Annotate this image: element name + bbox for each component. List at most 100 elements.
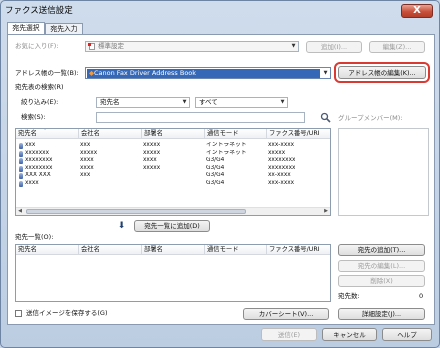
search-icon[interactable] (320, 112, 331, 123)
row-fax: xxx-xxxx (268, 142, 295, 148)
row-mode: G3/G4 (206, 157, 225, 163)
scroll-left-icon[interactable]: ◀ (16, 208, 24, 215)
favorites-label: お気に入り(F): (15, 42, 59, 50)
row-name: xxx (25, 142, 36, 148)
column-header-fax[interactable]: ファクス番号/URI (266, 245, 320, 255)
delete-destination-button[interactable]: 削除(X) (338, 275, 425, 287)
destination-table[interactable]: 宛先名 ˆ 会社名 部署名 通信モード ファクス番号/URI xxx xxx x… (15, 128, 331, 216)
table-row[interactable]: XXX XXX xxx G3/G4 xx-xxxx (16, 172, 330, 179)
destination-list[interactable]: 宛先名 会社名 部署名 通信モード ファクス番号/URI (15, 244, 331, 302)
row-name: XXX XXX (25, 172, 51, 178)
row-name-cell: xxxx (19, 180, 77, 187)
column-header-mode[interactable]: 通信モード (204, 245, 238, 255)
scroll-right-icon[interactable]: ▶ (322, 208, 330, 215)
fax-send-settings-window: ファクス送信設定 X 宛先選択 宛先入力 お気に入り(F): 標準設定 ▼ 追加… (0, 0, 440, 348)
cover-sheet-button[interactable]: カバーシート(V)... (243, 308, 329, 320)
row-name: xxxxxxx (25, 149, 50, 156)
filter-value-select[interactable]: すべて ▼ (195, 97, 288, 108)
addressbook-select[interactable]: ◆Canon Fax Driver Address Book ▼ (85, 67, 331, 79)
favorites-value: 標準設定 (98, 42, 124, 50)
row-mode: G3/G4 (206, 164, 225, 171)
row-company: xxx (80, 172, 91, 178)
column-header-mode[interactable]: 通信モード (204, 129, 238, 139)
add-to-list-button[interactable]: 宛先一覧に追加(D) (134, 220, 210, 232)
row-name-cell: xxx (19, 142, 77, 149)
group-members-label: グループメンバー(M): (338, 114, 403, 122)
row-name: xxxxxxxx (25, 157, 53, 163)
settings-doc-icon (88, 43, 95, 50)
person-icon (19, 158, 23, 164)
person-icon (19, 173, 23, 179)
chevron-down-icon: ▼ (280, 99, 285, 105)
row-name-cell: xxxxxxxx (19, 165, 77, 172)
save-image-label: 送信イメージを保存する(G) (26, 309, 108, 317)
row-name: xxxxxxxx (25, 164, 53, 171)
person-icon (19, 150, 23, 157)
row-department: xxxxx (143, 164, 161, 171)
help-button[interactable]: ヘルプ (382, 328, 432, 341)
favorites-select[interactable]: 標準設定 ▼ (85, 41, 299, 52)
column-header-department[interactable]: 部署名 (141, 129, 163, 139)
scrollbar-thumb[interactable] (26, 209, 246, 214)
person-icon (19, 165, 23, 172)
column-header-department[interactable]: 部署名 (141, 245, 163, 255)
person-icon (19, 143, 23, 149)
edit-destination-button[interactable]: 宛先の編集(L)... (338, 260, 425, 272)
destination-count-label: 宛先数: (338, 292, 360, 300)
row-mode: イントラネット (206, 142, 247, 148)
tab-enter-destination[interactable]: 宛先入力 (45, 23, 83, 34)
addressbook-selected: ◆Canon Fax Driver Address Book (87, 69, 320, 78)
row-fax: xxx-xxxx (268, 179, 295, 186)
detail-settings-button[interactable]: 詳細設定(J)... (338, 308, 425, 320)
filter-field-select[interactable]: 宛先名 ▼ (96, 97, 190, 108)
column-header-name[interactable]: 宛先名 (16, 129, 78, 139)
table-row[interactable]: xxxx G3/G4 xxx-xxxx (16, 180, 330, 187)
row-company: xxxx (80, 164, 94, 171)
row-name-cell: XXX XXX (19, 172, 77, 179)
group-members-list (338, 128, 429, 216)
keyword-input[interactable] (96, 112, 305, 123)
column-header-company[interactable]: 会社名 (78, 129, 100, 139)
row-name-cell: xxxxxxx (19, 150, 77, 157)
chevron-down-icon: ▼ (323, 70, 328, 76)
window-title: ファクス送信設定 (5, 6, 73, 16)
sort-ascending-icon: ˆ (44, 129, 47, 135)
filter-field-value: 宛先名 (100, 98, 120, 106)
row-name-cell: xxxxxxxx (19, 157, 77, 164)
row-department: xxxxx (143, 149, 161, 156)
edit-addressbook-button[interactable]: アドレス帳の編集(K)... (338, 66, 426, 79)
search-group-label: 宛先表の検索(R) (15, 83, 64, 91)
row-fax: xxxxxxxx (268, 157, 296, 163)
horizontal-scrollbar[interactable]: ◀ ▶ (16, 207, 330, 215)
cancel-button[interactable]: キャンセル (322, 328, 377, 341)
favorites-edit-button[interactable]: 編集(Z)... (369, 41, 425, 53)
settings-doc-badge (88, 43, 91, 46)
save-image-checkbox[interactable] (15, 310, 22, 317)
favorites-add-button[interactable]: 追加(I)... (306, 41, 362, 53)
row-fax: xxxxxxxx (268, 164, 296, 171)
close-button[interactable]: X (401, 4, 433, 18)
filter-value: すべて (199, 98, 218, 106)
table-row[interactable]: xxxxxxxx xxxx xxxx G3/G4 xxxxxxxx (16, 157, 330, 164)
column-header-fax[interactable]: ファクス番号/URI (266, 129, 320, 139)
addressbook-value: Canon Fax Driver Address Book (94, 69, 197, 77)
row-company: xxxx (80, 157, 94, 163)
row-name: xxxx (25, 179, 39, 186)
table-row[interactable]: xxx xxx xxxxx イントラネット xxx-xxxx (16, 142, 330, 149)
person-icon (19, 180, 23, 187)
column-header-name[interactable]: 宛先名 (16, 245, 37, 255)
column-header-company[interactable]: 会社名 (78, 245, 100, 255)
table-row[interactable]: xxxxxxx xxxxx xxxxx イントラネット xxxxx (16, 150, 330, 157)
send-button[interactable]: 送信(E) (261, 328, 317, 341)
row-mode: G3/G4 (206, 179, 225, 186)
addressbook-label: アドレス帳の一覧(B): (15, 69, 79, 77)
destination-count-value: 0 (419, 292, 424, 300)
add-destination-button[interactable]: 宛先の追加(T)... (338, 244, 425, 256)
row-department: xxxx (143, 157, 157, 163)
destination-table-header: 宛先名 ˆ 会社名 部署名 通信モード ファクス番号/URI (16, 129, 330, 139)
row-mode: イントラネット (206, 149, 247, 156)
destination-list-header: 宛先名 会社名 部署名 通信モード ファクス番号/URI (16, 245, 330, 255)
keyword-label: 検索(S): (21, 113, 46, 121)
table-row[interactable]: xxxxxxxx xxxx xxxxx G3/G4 xxxxxxxx (16, 165, 330, 172)
filter-label: 絞り込み(E): (21, 98, 59, 106)
